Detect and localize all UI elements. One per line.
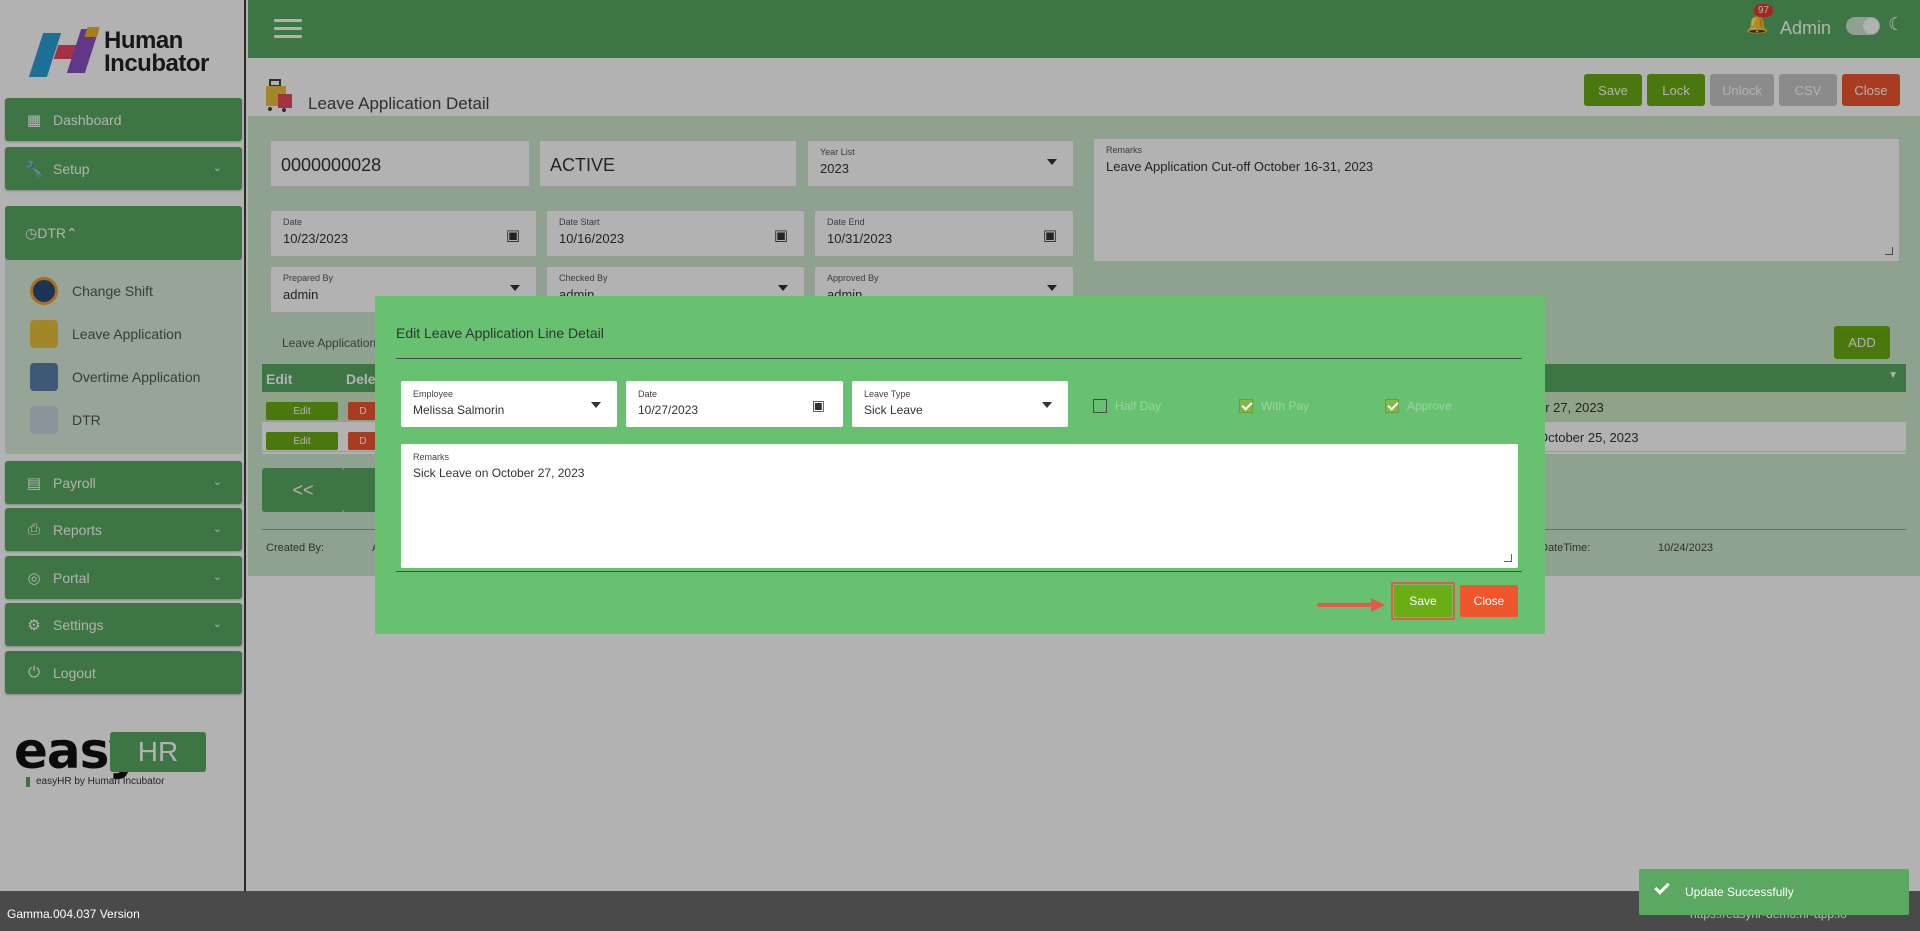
field-label: Leave Type xyxy=(864,389,911,399)
field-label: Employee xyxy=(413,389,454,399)
line-remarks-textarea[interactable]: Remarks Sick Leave on October 27, 2023 xyxy=(401,444,1518,568)
edit-line-modal: Edit Leave Application Line Detail Emplo… xyxy=(375,296,1545,634)
modal-save-button[interactable]: Save xyxy=(1394,585,1452,617)
checkbox-label: Approve xyxy=(1407,399,1452,413)
modal-title: Edit Leave Application Line Detail xyxy=(396,325,604,341)
half-day-checkbox[interactable]: Half Day xyxy=(1093,399,1161,413)
checkbox-label: Half Day xyxy=(1115,399,1162,413)
toast-notification[interactable]: Update Successfully xyxy=(1639,869,1909,915)
field-value: Sick Leave xyxy=(864,403,923,417)
resize-handle-icon[interactable] xyxy=(1504,554,1512,562)
employee-select[interactable]: Employee Melissa Salmorin xyxy=(401,381,617,427)
field-value: 10/27/2023 xyxy=(638,403,699,417)
status-bar xyxy=(0,891,1920,931)
checkmark-icon xyxy=(1654,879,1670,895)
checkbox-label: With Pay xyxy=(1261,399,1310,413)
approve-checkbox[interactable]: Approve xyxy=(1385,399,1452,413)
dropdown-arrow-icon xyxy=(591,402,601,408)
version-label: Gamma.004.037 Version xyxy=(7,907,140,921)
divider xyxy=(396,571,1522,572)
divider xyxy=(396,358,1522,359)
with-pay-checkbox[interactable]: With Pay xyxy=(1239,399,1309,413)
field-label: Date xyxy=(638,389,658,399)
field-value: Sick Leave on October 27, 2023 xyxy=(413,466,585,480)
checkbox-checked-icon xyxy=(1385,399,1399,413)
arrow-pointer-icon xyxy=(1317,598,1385,612)
leave-type-select[interactable]: Leave Type Sick Leave xyxy=(852,381,1068,427)
line-date-field[interactable]: Date 10/27/2023 ▣ xyxy=(626,381,843,427)
modal-close-button[interactable]: Close xyxy=(1460,585,1518,617)
checkbox-unchecked-icon xyxy=(1093,399,1107,413)
dropdown-arrow-icon xyxy=(1042,402,1052,408)
field-label: Remarks xyxy=(413,452,450,462)
checkbox-checked-icon xyxy=(1239,399,1253,413)
toast-message: Update Successfully xyxy=(1685,885,1794,899)
field-value: Melissa Salmorin xyxy=(413,403,505,417)
calendar-icon[interactable]: ▣ xyxy=(812,397,825,414)
